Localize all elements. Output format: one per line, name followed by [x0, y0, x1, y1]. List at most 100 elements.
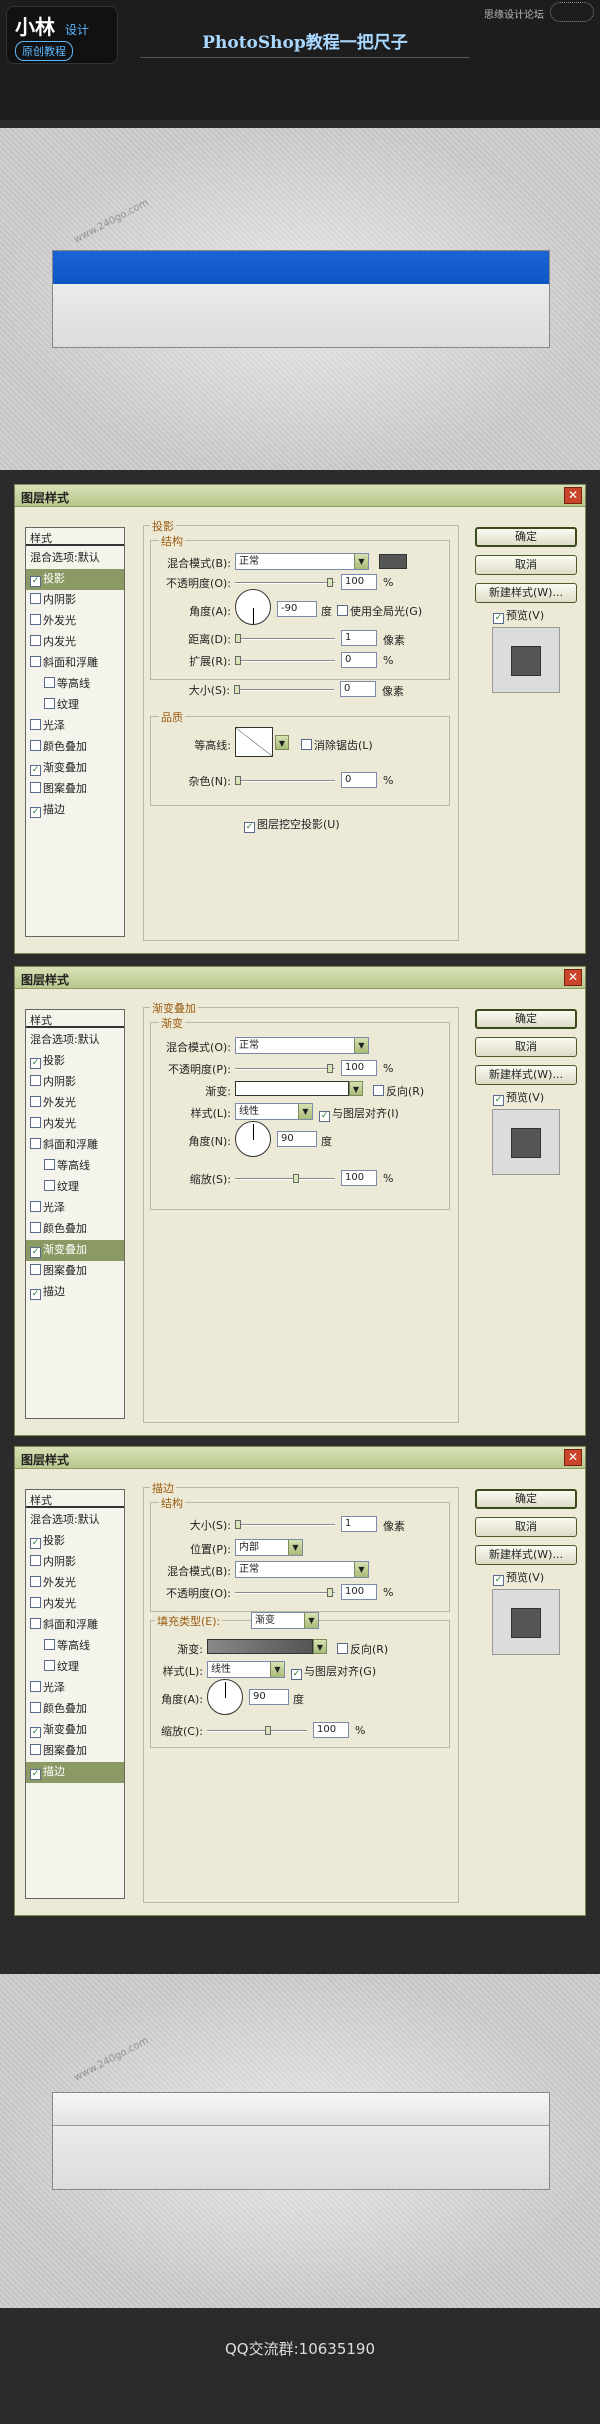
scale-slider[interactable]: [235, 1174, 335, 1183]
slider-thumb[interactable]: [327, 1064, 333, 1073]
checkbox-icon[interactable]: [44, 1159, 55, 1170]
checkbox-checked-icon[interactable]: ✓: [30, 1058, 41, 1069]
style-item-satin[interactable]: 光泽: [26, 716, 124, 737]
checkbox-icon[interactable]: [373, 1085, 384, 1096]
slider-thumb[interactable]: [234, 685, 240, 694]
angle-dial[interactable]: [235, 589, 271, 625]
new-style-button[interactable]: 新建样式(W)...: [475, 1065, 577, 1085]
style-item-pattern-overlay[interactable]: 图案叠加: [26, 1741, 124, 1762]
style-item-stroke[interactable]: ✓ 描边: [26, 800, 124, 821]
checkbox-icon[interactable]: [30, 1075, 41, 1086]
checkbox-icon[interactable]: [44, 698, 55, 709]
style-item-outer-glow[interactable]: 外发光: [26, 611, 124, 632]
style-item-satin[interactable]: 光泽: [26, 1678, 124, 1699]
close-icon[interactable]: ✕: [564, 1449, 582, 1466]
ok-button[interactable]: 确定: [475, 1009, 577, 1029]
checkbox-checked-icon[interactable]: ✓: [30, 1769, 41, 1780]
preview-checkbox[interactable]: ✓ 预览(V): [493, 1569, 544, 1586]
slider-thumb[interactable]: [265, 1726, 271, 1735]
gradient-style-select[interactable]: 线性 ▼: [235, 1103, 313, 1120]
slider-thumb[interactable]: [235, 776, 241, 785]
opacity-field[interactable]: 100: [341, 1584, 377, 1600]
checkbox-icon[interactable]: [30, 1702, 41, 1713]
chevron-down-icon[interactable]: ▼: [275, 735, 289, 750]
style-item-inner-glow[interactable]: 内发光: [26, 1594, 124, 1615]
angle-field[interactable]: -90: [277, 601, 317, 617]
align-layer-checkbox[interactable]: ✓ 与图层对齐(G): [291, 1663, 376, 1680]
checkbox-icon[interactable]: [44, 677, 55, 688]
checkbox-checked-icon[interactable]: ✓: [493, 1575, 504, 1586]
checkbox-checked-icon[interactable]: ✓: [291, 1669, 302, 1680]
preview-checkbox[interactable]: ✓ 预览(V): [493, 1089, 544, 1106]
global-light-checkbox[interactable]: 使用全局光(G): [337, 603, 422, 619]
chevron-down-icon[interactable]: ▼: [349, 1081, 363, 1096]
reverse-checkbox[interactable]: 反向(R): [373, 1083, 424, 1099]
blend-mode-select[interactable]: 正常 ▼: [235, 553, 369, 570]
chevron-down-icon[interactable]: ▼: [313, 1639, 327, 1654]
scale-field[interactable]: 100: [313, 1722, 349, 1738]
gradient-picker[interactable]: [235, 1081, 349, 1096]
style-item-outer-glow[interactable]: 外发光: [26, 1093, 124, 1114]
checkbox-checked-icon[interactable]: ✓: [30, 1727, 41, 1738]
antialias-checkbox[interactable]: 消除锯齿(L): [301, 737, 373, 753]
checkbox-icon[interactable]: [337, 605, 348, 616]
checkbox-icon[interactable]: [30, 1555, 41, 1566]
checkbox-icon[interactable]: [337, 1643, 348, 1654]
fill-type-select[interactable]: 渐变 ▼: [251, 1612, 319, 1629]
checkbox-checked-icon[interactable]: ✓: [244, 822, 255, 833]
style-item-bevel[interactable]: 斜面和浮雕: [26, 1135, 124, 1156]
align-layer-checkbox[interactable]: ✓ 与图层对齐(I): [319, 1105, 399, 1122]
checkbox-icon[interactable]: [30, 740, 41, 751]
style-item-inner-glow[interactable]: 内发光: [26, 632, 124, 653]
style-item-color-overlay[interactable]: 颜色叠加: [26, 1699, 124, 1720]
slider-thumb[interactable]: [293, 1174, 299, 1183]
checkbox-checked-icon[interactable]: ✓: [30, 1289, 41, 1300]
checkbox-icon[interactable]: [30, 1597, 41, 1608]
style-item-drop-shadow[interactable]: ✓ 投影: [26, 1531, 124, 1552]
angle-field[interactable]: 90: [249, 1689, 289, 1705]
knockout-checkbox[interactable]: ✓ 图层挖空投影(U): [244, 816, 340, 833]
checkbox-icon[interactable]: [30, 1222, 41, 1233]
style-item-texture[interactable]: 纹理: [26, 1657, 124, 1678]
checkbox-icon[interactable]: [30, 719, 41, 730]
checkbox-checked-icon[interactable]: ✓: [30, 1538, 41, 1549]
style-item-inner-shadow[interactable]: 内阴影: [26, 1072, 124, 1093]
slider-thumb[interactable]: [235, 656, 241, 665]
style-item-outer-glow[interactable]: 外发光: [26, 1573, 124, 1594]
checkbox-checked-icon[interactable]: ✓: [30, 765, 41, 776]
checkbox-icon[interactable]: [30, 1201, 41, 1212]
style-item-blending[interactable]: 混合选项:默认: [26, 548, 124, 569]
slider-thumb[interactable]: [235, 634, 241, 643]
gradient-picker[interactable]: [207, 1639, 313, 1654]
checkbox-icon[interactable]: [30, 1264, 41, 1275]
slider-thumb[interactable]: [327, 578, 333, 587]
checkbox-icon[interactable]: [44, 1639, 55, 1650]
checkbox-checked-icon[interactable]: ✓: [30, 576, 41, 587]
style-item-gradient-overlay[interactable]: ✓ 渐变叠加: [26, 1240, 124, 1261]
checkbox-icon[interactable]: [30, 614, 41, 625]
style-item-pattern-overlay[interactable]: 图案叠加: [26, 779, 124, 800]
contour-picker[interactable]: [235, 727, 273, 757]
style-item-bevel[interactable]: 斜面和浮雕: [26, 653, 124, 674]
checkbox-icon[interactable]: [30, 1138, 41, 1149]
position-select[interactable]: 内部 ▼: [235, 1539, 303, 1556]
preview-checkbox[interactable]: ✓ 预览(V): [493, 607, 544, 624]
style-item-contour[interactable]: 等高线: [26, 1636, 124, 1657]
spread-field[interactable]: 0: [341, 652, 377, 668]
site-logo[interactable]: 小林 设计 原创教程: [6, 6, 118, 64]
shadow-color-swatch[interactable]: [379, 554, 407, 569]
checkbox-icon[interactable]: [30, 1618, 41, 1629]
style-item-inner-shadow[interactable]: 内阴影: [26, 1552, 124, 1573]
style-item-drop-shadow[interactable]: ✓ 投影: [26, 569, 124, 590]
checkbox-icon[interactable]: [44, 1180, 55, 1191]
gradient-style-select[interactable]: 线性 ▼: [207, 1661, 285, 1678]
checkbox-checked-icon[interactable]: ✓: [493, 613, 504, 624]
checkbox-icon[interactable]: [30, 1096, 41, 1107]
style-item-stroke[interactable]: ✓ 描边: [26, 1282, 124, 1303]
checkbox-checked-icon[interactable]: ✓: [319, 1111, 330, 1122]
style-item-blending[interactable]: 混合选项:默认: [26, 1510, 124, 1531]
style-item-drop-shadow[interactable]: ✓ 投影: [26, 1051, 124, 1072]
style-item-contour[interactable]: 等高线: [26, 1156, 124, 1177]
distance-field[interactable]: 1: [341, 630, 377, 646]
blend-mode-select[interactable]: 正常 ▼: [235, 1037, 369, 1054]
